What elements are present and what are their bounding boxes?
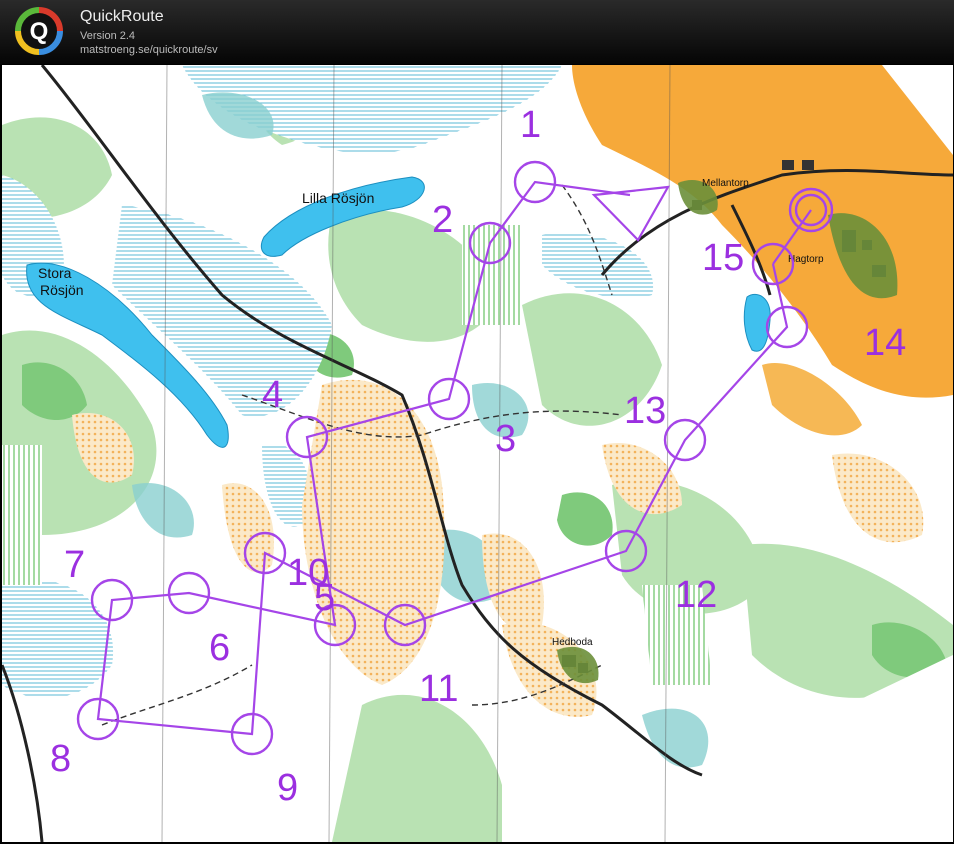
control-number-13: 13 xyxy=(624,390,666,432)
logo-letter: Q xyxy=(30,18,49,45)
app-header: Q QuickRoute Version 2.4 matstroeng.se/q… xyxy=(0,0,954,64)
label-rosjon: Rösjön xyxy=(40,282,84,298)
control-number-9: 9 xyxy=(277,767,298,809)
app-version: Version 2.4 xyxy=(80,30,136,42)
control-number-6: 6 xyxy=(209,627,230,669)
control-number-12: 12 xyxy=(675,574,717,616)
control-number-4: 4 xyxy=(262,374,283,416)
control-number-3: 3 xyxy=(495,418,516,460)
control-number-1: 1 xyxy=(520,104,541,146)
orienteering-map[interactable]: Lilla Rösjön Stora Rösjön Mellantorp Hag… xyxy=(2,65,953,842)
app-url[interactable]: matstroeng.se/quickroute/sv xyxy=(80,44,218,56)
control-number-2: 2 xyxy=(432,199,453,241)
control-number-11: 11 xyxy=(419,668,458,710)
app-title: QuickRoute xyxy=(80,8,164,25)
label-mellantorp: Mellantorp xyxy=(702,178,749,189)
label-lilla-rosjon: Lilla Rösjön xyxy=(302,190,374,206)
label-hedboda: Hedboda xyxy=(552,637,593,648)
control-number-10: 10 xyxy=(287,552,329,594)
control-number-15: 15 xyxy=(702,237,744,279)
control-number-14: 14 xyxy=(864,322,906,364)
control-number-7: 7 xyxy=(64,544,85,586)
control-number-8: 8 xyxy=(50,738,71,780)
quickroute-logo-icon: Q xyxy=(15,7,63,55)
label-stora: Stora xyxy=(38,265,72,281)
